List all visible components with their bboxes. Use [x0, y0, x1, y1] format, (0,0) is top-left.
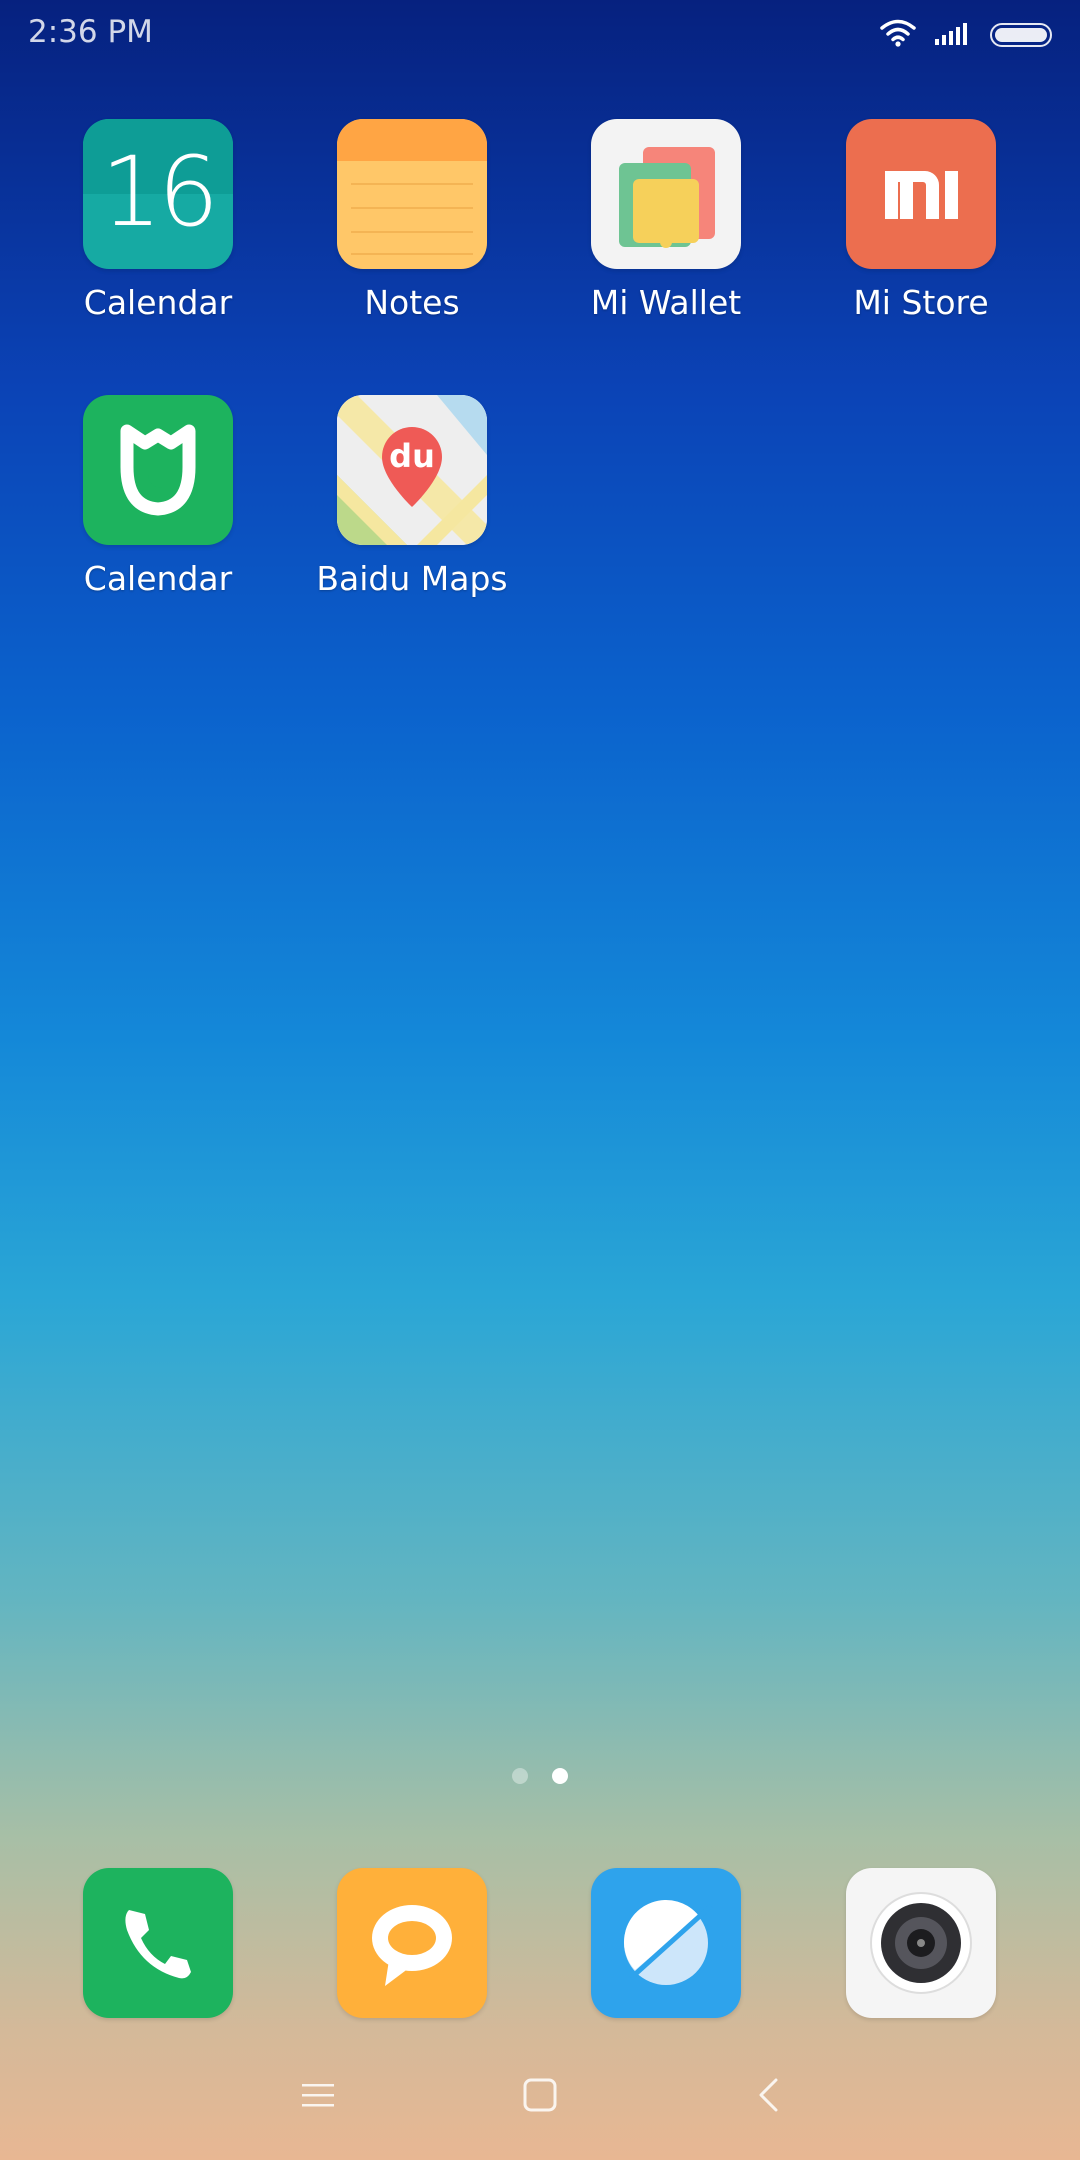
menu-icon[interactable] [278, 2060, 358, 2130]
navigation-bar [0, 2060, 1080, 2130]
messages-icon[interactable] [337, 1868, 487, 2018]
app-calendar[interactable]: 16 Calendar [58, 119, 258, 322]
wallet-icon[interactable] [591, 119, 741, 269]
page-dot-current[interactable] [552, 1768, 568, 1784]
page-dot[interactable] [512, 1768, 528, 1784]
baidu-maps-icon[interactable]: du [337, 395, 487, 545]
app-label: Calendar [83, 559, 233, 598]
baidu-logo-text: du [389, 437, 435, 475]
app-baidu-maps[interactable]: du Baidu Maps [312, 395, 512, 598]
app-label: Baidu Maps [316, 559, 508, 598]
dock-browser[interactable] [566, 1868, 766, 2018]
browser-icon[interactable] [591, 1868, 741, 2018]
dock-camera[interactable] [821, 1868, 1021, 2018]
app-label: Notes [364, 283, 460, 322]
home-screen: 2:36 PM 16 Calendar Notes Mi Wallet Mi S… [0, 0, 1080, 2160]
dock-phone[interactable] [58, 1868, 258, 2018]
app-mi-wallet[interactable]: Mi Wallet [566, 119, 766, 322]
battery-icon [990, 23, 1052, 47]
status-icons [880, 18, 1052, 52]
wifi-icon [880, 19, 916, 51]
camera-icon[interactable] [846, 1868, 996, 2018]
calendar-icon[interactable]: 16 [83, 119, 233, 269]
mi-store-icon[interactable]: MI [846, 119, 996, 269]
app-label: Mi Wallet [590, 283, 742, 322]
app-mi-home[interactable]: Calendar [58, 395, 258, 598]
status-bar: 2:36 PM [0, 0, 1080, 70]
app-label: Calendar [83, 283, 233, 322]
app-label: Mi Store [853, 283, 989, 322]
home-icon[interactable] [500, 2060, 580, 2130]
mi-home-icon[interactable] [83, 395, 233, 545]
app-notes[interactable]: Notes [312, 119, 512, 322]
notes-icon[interactable] [337, 119, 487, 269]
calendar-date: 16 [100, 136, 219, 248]
dock-messages[interactable] [312, 1868, 512, 2018]
status-time: 2:36 PM [28, 14, 153, 50]
app-mi-store[interactable]: MI Mi Store [821, 119, 1021, 322]
signal-icon [934, 21, 972, 49]
phone-icon[interactable] [83, 1868, 233, 2018]
back-icon[interactable] [728, 2060, 808, 2130]
page-indicator [0, 1768, 1080, 1784]
